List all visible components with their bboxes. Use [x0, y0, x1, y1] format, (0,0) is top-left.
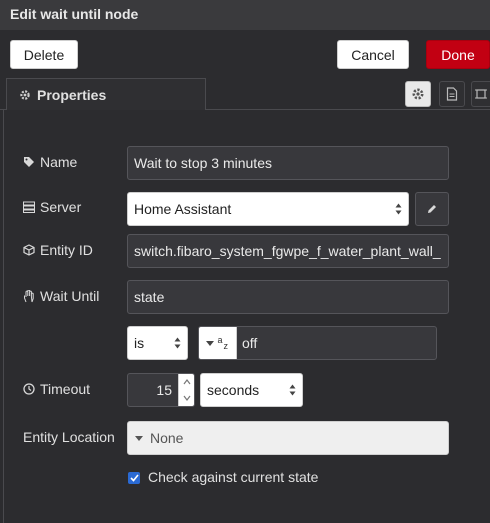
updown-arrows-icon — [395, 203, 402, 215]
tab-properties-label: Properties — [37, 86, 107, 103]
dialog-titlebar: Edit wait until node — [0, 0, 490, 30]
name-label: Name — [23, 154, 77, 170]
done-button[interactable]: Done — [426, 40, 490, 69]
server-label: Server — [23, 199, 81, 215]
tag-icon — [24, 157, 34, 167]
gear-icon — [20, 89, 30, 100]
timeout-stepper[interactable]: 15 — [127, 373, 195, 407]
stepper-buttons[interactable] — [178, 374, 194, 406]
server-select[interactable]: Home Assistant — [127, 192, 409, 226]
updown-arrows-icon — [289, 384, 296, 396]
stepper-up-icon — [183, 379, 191, 385]
timeout-label: Timeout — [23, 381, 90, 397]
name-input[interactable]: Wait to stop 3 minutes — [127, 146, 449, 180]
appearance-tab-button[interactable] — [471, 81, 490, 107]
entity-id-input[interactable]: switch.fibaro_system_fgwpe_f_water_plant… — [127, 234, 449, 268]
compare-value-input[interactable]: a z off — [198, 326, 437, 360]
check-current-state-label: Check against current state — [148, 469, 319, 485]
clock-icon — [23, 383, 35, 395]
check-current-state-checkbox[interactable] — [128, 472, 140, 484]
frame-icon — [475, 89, 487, 99]
compare-value-text: off — [242, 335, 258, 351]
timeout-unit-select[interactable]: seconds — [200, 373, 303, 407]
hand-icon — [24, 289, 34, 302]
wait-until-input[interactable]: state — [127, 280, 449, 314]
checkmark-icon — [129, 474, 139, 482]
pencil-icon — [428, 205, 436, 213]
gear-icon — [412, 88, 424, 100]
document-icon — [446, 87, 458, 101]
comparator-select[interactable]: is — [127, 326, 188, 360]
delete-button[interactable]: Delete — [10, 40, 78, 69]
entity-id-label: Entity ID — [23, 242, 93, 258]
string-type-icon: a z — [217, 335, 229, 351]
cancel-button[interactable]: Cancel — [337, 40, 409, 69]
server-icon — [23, 201, 35, 213]
description-tab-button[interactable] — [439, 81, 465, 107]
dialog-title: Edit wait until node — [10, 6, 139, 22]
edit-server-button[interactable] — [415, 192, 449, 226]
tab-bar: Properties — [0, 78, 490, 110]
stepper-down-icon — [183, 395, 191, 401]
type-selector[interactable]: a z — [199, 327, 237, 359]
caret-down-icon — [135, 435, 143, 441]
entity-location-select[interactable]: None — [127, 421, 449, 455]
cube-icon — [23, 244, 35, 256]
caret-down-icon — [205, 340, 214, 346]
wait-until-label: Wait Until — [23, 288, 99, 304]
tab-properties[interactable]: Properties — [6, 78, 206, 110]
settings-tab-button[interactable] — [405, 81, 431, 107]
entity-location-label: Entity Location — [23, 429, 115, 445]
updown-arrows-icon — [174, 337, 181, 349]
